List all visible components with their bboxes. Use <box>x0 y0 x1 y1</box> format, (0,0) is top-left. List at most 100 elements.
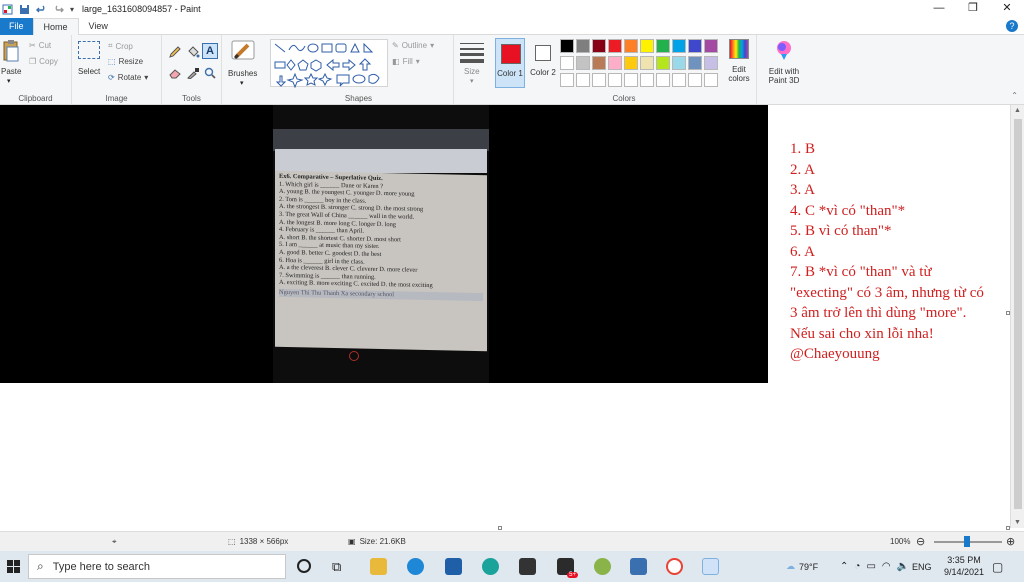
task-view-icon[interactable]: ⧉ <box>332 558 349 575</box>
save-icon[interactable] <box>19 4 30 15</box>
maximize-button[interactable]: ❐ <box>956 0 990 18</box>
wifi-icon[interactable]: ◠ <box>882 561 891 572</box>
undo-icon[interactable] <box>36 4 47 15</box>
clock[interactable]: 3:35 PM 9/14/2021 <box>944 554 984 578</box>
paste-dropdown-icon[interactable]: ▾ <box>7 77 11 85</box>
text-tool-icon[interactable]: A <box>202 43 218 59</box>
palette-swatch[interactable] <box>576 39 590 53</box>
coccoc-icon[interactable] <box>594 558 611 575</box>
palette-swatch[interactable] <box>640 39 654 53</box>
palette-swatch[interactable] <box>576 56 590 70</box>
tab-home[interactable]: Home <box>32 17 79 36</box>
palette-swatch[interactable] <box>560 56 574 70</box>
cut-button[interactable]: ✂ Cut <box>29 41 51 50</box>
zalo-icon[interactable]: 5+ <box>557 558 578 578</box>
eraser-icon[interactable] <box>168 67 182 79</box>
palette-swatch[interactable] <box>592 39 606 53</box>
mail-icon[interactable] <box>445 558 462 575</box>
palette-swatch[interactable] <box>672 73 686 87</box>
color1-button[interactable]: Color 1 <box>495 38 525 88</box>
scroll-up-icon[interactable]: ▲ <box>1014 107 1021 114</box>
ribbon-collapse-icon[interactable]: ⌃ <box>1011 91 1018 100</box>
shapes-icon <box>274 42 380 89</box>
palette-swatch[interactable] <box>624 39 638 53</box>
tray-chevron-icon[interactable]: ⌃ <box>840 561 848 572</box>
palette-swatch[interactable] <box>592 73 606 87</box>
tab-file[interactable]: File <box>0 17 33 35</box>
palette-swatch[interactable] <box>672 56 686 70</box>
palette-swatch[interactable] <box>624 73 638 87</box>
crop-button[interactable]: ⌗ Crop <box>108 41 133 51</box>
palette-swatch[interactable] <box>688 56 702 70</box>
palette-swatch[interactable] <box>688 73 702 87</box>
vertical-scrollbar[interactable]: ▲ ▼ <box>1010 105 1024 528</box>
resize-button[interactable]: ⬚ Resize <box>108 57 143 66</box>
minimize-button[interactable]: — <box>922 0 956 18</box>
rotate-button[interactable]: ⟳ Rotate ▾ <box>108 73 148 82</box>
palette-swatch[interactable] <box>640 73 654 87</box>
palette-swatch[interactable] <box>592 56 606 70</box>
scroll-down-icon[interactable]: ▼ <box>1014 519 1021 526</box>
select-button[interactable]: Select <box>76 41 102 85</box>
palette-swatch[interactable] <box>560 73 574 87</box>
canvas-resize-handle-bottom[interactable] <box>498 526 502 530</box>
palette-swatch[interactable] <box>656 56 670 70</box>
redo-icon[interactable] <box>53 4 64 15</box>
chrome-icon[interactable] <box>666 558 683 575</box>
fill-button[interactable]: ◧ Fill ▾ <box>392 57 420 66</box>
shapes-gallery[interactable] <box>270 39 388 89</box>
palette-swatch[interactable] <box>608 56 622 70</box>
palette-swatch[interactable] <box>704 39 718 53</box>
customize-toolbar-icon[interactable]: ▾ <box>70 5 74 14</box>
edge-dev-icon[interactable] <box>482 558 499 575</box>
zoom-out-button[interactable]: ⊖ <box>916 535 925 548</box>
size-button[interactable]: Size ▾ <box>458 41 486 85</box>
file-explorer-icon[interactable] <box>370 558 387 575</box>
battery-icon[interactable]: ▭ <box>866 561 875 572</box>
close-button[interactable]: ✕ <box>990 0 1024 18</box>
magnifier-icon[interactable] <box>203 67 217 79</box>
palette-swatch[interactable] <box>624 56 638 70</box>
zoom-slider-thumb[interactable] <box>964 536 970 547</box>
notifications-icon[interactable]: ▢ <box>992 551 1003 582</box>
palette-swatch[interactable] <box>672 39 686 53</box>
tab-view[interactable]: View <box>79 18 118 35</box>
outline-button[interactable]: ✎ Outline ▾ <box>392 41 434 50</box>
brushes-button[interactable]: Brushes ▾ <box>226 39 262 89</box>
palette-swatch[interactable] <box>608 39 622 53</box>
weather-widget[interactable]: ☁ 79°F <box>786 551 818 582</box>
palette-swatch[interactable] <box>688 39 702 53</box>
help-icon[interactable]: ? <box>1006 20 1018 32</box>
colors-group: Color 1 Color 2 Edit colors Colors <box>492 35 757 105</box>
palette-swatch[interactable] <box>560 39 574 53</box>
palette-swatch[interactable] <box>656 39 670 53</box>
palette-swatch[interactable] <box>704 73 718 87</box>
language-indicator[interactable]: ENG <box>912 551 932 582</box>
paste-button[interactable]: Paste ▾ <box>1 39 21 85</box>
taskbar-search[interactable]: ⌕ Type here to search <box>28 554 286 579</box>
color-picker-icon[interactable] <box>186 67 200 79</box>
volume-icon[interactable]: 🔈 <box>897 561 909 572</box>
paint3d-button[interactable]: Edit with Paint 3D <box>762 39 806 89</box>
store-icon[interactable] <box>519 558 536 575</box>
copy-button[interactable]: ❐ Copy <box>29 57 58 66</box>
paint-taskbar-icon[interactable] <box>702 558 719 575</box>
calculator-icon[interactable] <box>630 558 647 575</box>
palette-swatch[interactable] <box>656 73 670 87</box>
zoom-in-button[interactable]: ⊕ <box>1006 535 1015 548</box>
edge-icon[interactable] <box>407 558 424 575</box>
palette-swatch[interactable] <box>704 56 718 70</box>
palette-swatch[interactable] <box>640 56 654 70</box>
cortana-icon[interactable] <box>297 559 311 573</box>
network-icon[interactable]: ◔ <box>854 561 860 572</box>
canvas-area[interactable]: Ex6. Comparative – Superlative Quiz. 1. W… <box>0 105 1010 530</box>
palette-swatch[interactable] <box>576 73 590 87</box>
edit-colors-button[interactable]: Edit colors <box>724 39 754 89</box>
pencil-icon[interactable] <box>168 45 182 59</box>
scroll-thumb[interactable] <box>1014 119 1022 509</box>
color2-button[interactable]: Color 2 <box>528 38 558 88</box>
palette-swatch[interactable] <box>608 73 622 87</box>
line-size-icon <box>460 43 484 63</box>
fill-bucket-icon[interactable] <box>186 45 200 59</box>
start-button[interactable] <box>0 551 26 582</box>
